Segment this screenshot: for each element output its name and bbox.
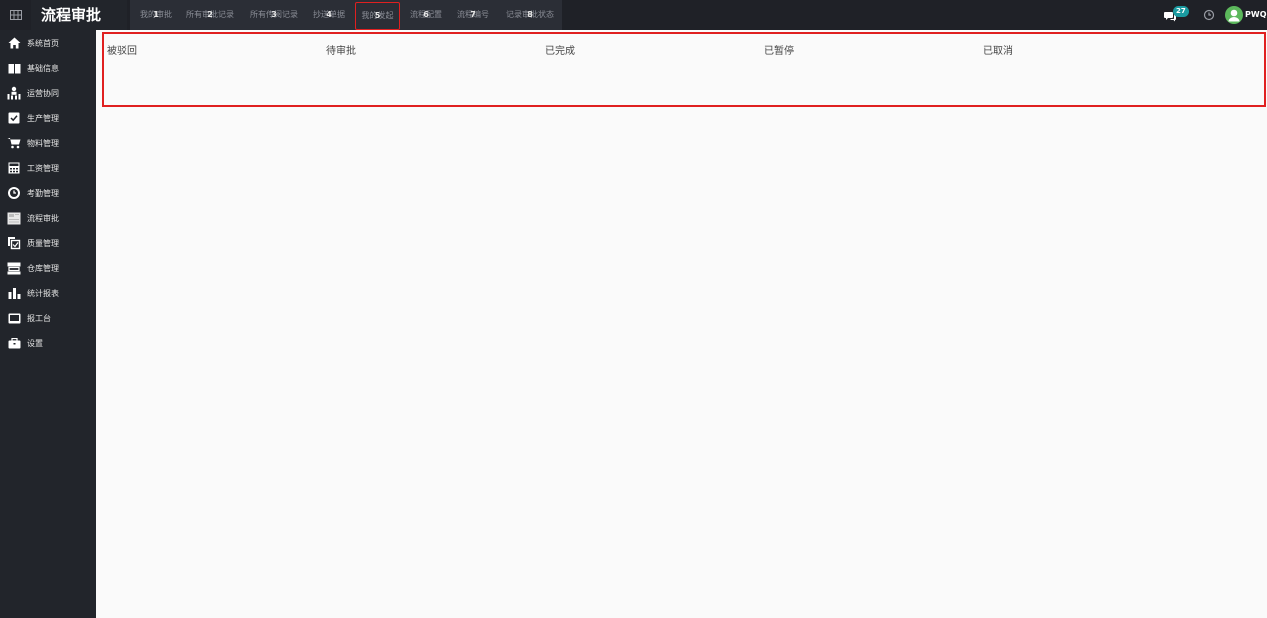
- status-pending[interactable]: 待审批: [326, 42, 356, 57]
- sidebar-item-label: 报工台: [27, 313, 51, 323]
- monitor-icon: [7, 311, 21, 325]
- tab-bar: 我的审批 1 所有审批记录 2 所有传阅记录 3 抄送单据 4 我的发起 5 流…: [130, 0, 562, 30]
- tab-number: 5: [374, 11, 381, 20]
- tab-process-config[interactable]: 流程配置 6: [406, 0, 446, 30]
- briefcase-icon: [7, 336, 21, 350]
- book-icon: [7, 61, 21, 75]
- tab-number: 7: [470, 10, 476, 19]
- tab-my-approval[interactable]: 我的审批 1: [134, 0, 178, 30]
- clock-icon[interactable]: [1203, 9, 1215, 21]
- tab-record-approval-status[interactable]: 记录审批状态 8: [502, 0, 558, 30]
- sidebar-item-production[interactable]: 生产管理: [0, 107, 96, 129]
- cart-icon: [7, 136, 21, 150]
- sidebar: 系统首页 基础信息 运营协同 生产管理 物料管理 工资管理 考勤管理 流程审批 …: [0, 30, 96, 618]
- sidebar-item-home[interactable]: 系统首页: [0, 32, 96, 54]
- sidebar-item-quality[interactable]: 质量管理: [0, 232, 96, 254]
- tab-number: 4: [326, 10, 332, 19]
- grid-icon: [9, 10, 22, 20]
- sidebar-item-label: 生产管理: [27, 113, 59, 123]
- message-count-badge: 27: [1173, 6, 1189, 17]
- sidebar-item-label: 统计报表: [27, 288, 59, 298]
- approval-icon: [7, 211, 21, 225]
- menu-toggle-button[interactable]: [0, 0, 31, 30]
- tab-number: 8: [527, 10, 533, 19]
- sidebar-item-attendance[interactable]: 考勤管理: [0, 182, 96, 204]
- status-cancelled[interactable]: 已取消: [983, 42, 1013, 57]
- top-right-toolbar: 27 PWQ: [1137, 0, 1267, 30]
- tab-number: 3: [271, 10, 277, 19]
- tab-number: 1: [153, 10, 159, 19]
- username[interactable]: PWQ: [1245, 0, 1267, 30]
- sidebar-item-statistics[interactable]: 统计报表: [0, 282, 96, 304]
- tab-process-number[interactable]: 流程编号 7: [454, 0, 492, 30]
- status-rejected[interactable]: 被驳回: [107, 42, 137, 57]
- sidebar-item-materials[interactable]: 物料管理: [0, 132, 96, 154]
- sidebar-item-warehouse[interactable]: 仓库管理: [0, 257, 96, 279]
- calculator-icon: [7, 161, 21, 175]
- sidebar-item-operations[interactable]: 运营协同: [0, 82, 96, 104]
- tab-cc-documents[interactable]: 抄送单据 4: [310, 0, 348, 30]
- sidebar-item-label: 质量管理: [27, 238, 59, 248]
- messages-button[interactable]: 27: [1164, 6, 1196, 24]
- status-paused[interactable]: 已暂停: [764, 42, 794, 57]
- bar-chart-icon: [7, 286, 21, 300]
- warehouse-icon: [7, 261, 21, 275]
- status-completed[interactable]: 已完成: [545, 42, 575, 57]
- quality-icon: [7, 236, 21, 250]
- sidebar-item-label: 设置: [27, 338, 43, 348]
- sidebar-item-process-approval[interactable]: 流程审批: [0, 207, 96, 229]
- app-title: 流程审批: [31, 0, 127, 30]
- tab-all-circulation-records[interactable]: 所有传阅记录 3: [246, 0, 302, 30]
- top-bar: 流程审批 我的审批 1 所有审批记录 2 所有传阅记录 3 抄送单据 4 我的发…: [0, 0, 1267, 30]
- sidebar-item-settings[interactable]: 设置: [0, 332, 96, 354]
- tab-number: 6: [423, 10, 429, 19]
- sidebar-item-work-report[interactable]: 报工台: [0, 307, 96, 329]
- team-icon: [7, 86, 21, 100]
- sidebar-item-label: 工资管理: [27, 163, 59, 173]
- sidebar-item-label: 流程审批: [27, 213, 59, 223]
- sidebar-item-label: 运营协同: [27, 88, 59, 98]
- home-icon: [7, 36, 21, 50]
- clock-history-icon: [7, 186, 21, 200]
- sidebar-item-label: 系统首页: [27, 38, 59, 48]
- checkbox-icon: [7, 111, 21, 125]
- tab-my-initiated[interactable]: 我的发起 5: [355, 2, 400, 30]
- status-filter-panel: 被驳回 待审批 已完成 已暂停 已取消: [102, 32, 1266, 107]
- main-content: 被驳回 待审批 已完成 已暂停 已取消: [96, 30, 1267, 618]
- sidebar-item-basic-info[interactable]: 基础信息: [0, 57, 96, 79]
- user-avatar-icon[interactable]: [1225, 6, 1243, 24]
- tab-all-approval-records[interactable]: 所有审批记录 2: [182, 0, 238, 30]
- sidebar-item-label: 基础信息: [27, 63, 59, 73]
- sidebar-item-label: 考勤管理: [27, 188, 59, 198]
- sidebar-item-payroll[interactable]: 工资管理: [0, 157, 96, 179]
- tab-number: 2: [207, 10, 213, 19]
- sidebar-item-label: 物料管理: [27, 138, 59, 148]
- sidebar-item-label: 仓库管理: [27, 263, 59, 273]
